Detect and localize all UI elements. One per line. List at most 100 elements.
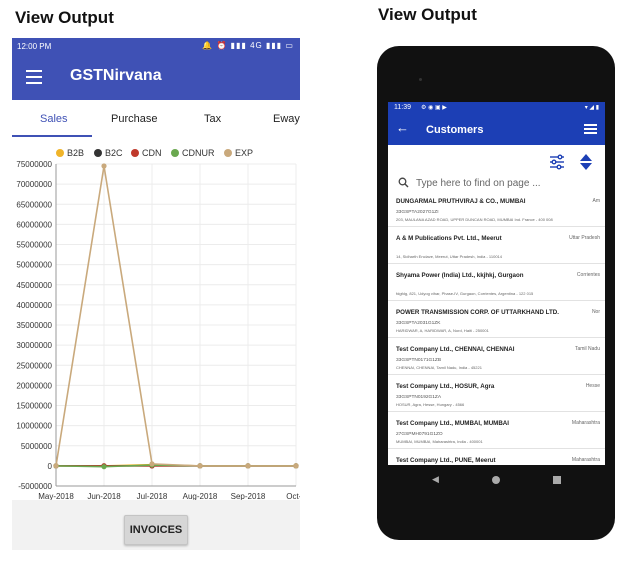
customer-address: 14, Sidharth Enclave, Meerut, Uttar Prad… [396,254,502,259]
legend-label: CDNUR [182,148,215,158]
series-point [101,163,107,169]
status-icons: 🔔 ⏰ ▮▮▮ 4G ▮▮▮ ▭ [202,41,294,50]
y-tick-label: 75000000 [16,160,52,169]
y-tick-label: -5000000 [18,482,52,491]
status-bar: 12:00 PM 🔔 ⏰ ▮▮▮ 4G ▮▮▮ ▭ [12,38,300,56]
customer-list-item[interactable]: POWER TRANSMISSION CORP. OF UTTARKHAND L… [388,301,605,338]
legend-swatch [94,149,102,157]
x-tick-label: Jun-2018 [87,492,121,500]
customer-gstin: 27GSPMH0791G1ZO [396,432,443,437]
left-caption: View Output [15,8,114,27]
legend-label: CDN [142,148,162,158]
customer-address: 203, MAULANA AZAD ROAD, UPPER DUNCAN ROA… [396,217,553,222]
customer-state: Uttar Pradesh [569,235,600,241]
app-title: GSTNirvana [70,67,162,84]
bottom-bar: INVOICES [12,500,300,550]
customer-name: DUNGARMAL PRUTHVIRAJ & CO., MUMBAI [396,198,526,205]
customer-list-item[interactable]: Shyama Power (India) Ltd., kkjhkj, Gurga… [388,264,605,301]
customer-address: HARIDWAR, A, HARIDWAR, A, Nord, Haiti - … [396,328,489,333]
customer-gstin: 33GSPTN0171G1ZB [396,358,442,363]
customer-list-item[interactable]: Test Company Ltd., MUMBAI, MUMBAI Maharas… [388,412,605,449]
sort-arrows-icon[interactable] [580,154,592,170]
y-tick-label: 50000000 [16,261,52,270]
customer-state: Maharashtra [571,457,600,463]
customer-state: Maharashtra [571,420,600,426]
page-root: View Output View Output 12:00 PM 🔔 ⏰ ▮▮▮… [0,0,636,586]
status-time: 12:00 PM [17,42,52,51]
series-point [101,464,107,470]
search-icon [398,177,409,188]
legend-swatch [56,149,64,157]
x-tick-label: Jul-2018 [137,492,168,500]
status-right-icons: ▾ ◢ ▮ [584,105,599,111]
filter-sliders-icon[interactable] [550,154,564,170]
customer-name: POWER TRANSMISSION CORP. OF UTTARKHAND L… [396,309,559,316]
customer-name: Test Company Ltd., HOSUR, Agra [396,383,495,390]
customer-gstin: 33GSPTA2031G1ZK [396,321,441,326]
customer-name: Test Company Ltd., MUMBAI, MUMBAI [396,420,509,427]
customer-name: Test Company Ltd., PUNE, Meerut [396,457,496,464]
app-bar: ← Customers [388,114,605,145]
y-tick-label: 5000000 [21,442,53,451]
customer-list-item[interactable]: DUNGARMAL PRUTHVIRAJ & CO., MUMBAI Am 33GS… [388,190,605,227]
legend-label: B2B [67,148,84,158]
customer-state: Hesse [585,383,600,389]
invoices-button[interactable]: INVOICES [124,515,188,545]
series-line [55,165,296,467]
hamburger-menu-icon[interactable] [26,70,42,84]
customer-address: MUMBAI, MUMBAI, Maharashtra, India - 400… [396,439,483,444]
customer-address: CHENNAI, CHENNAI, Tamil Nadu, India - 45… [396,365,482,370]
hamburger-menu-icon[interactable] [584,124,597,135]
search-input[interactable]: Type here to find on page ... [416,178,541,189]
customer-list-item[interactable]: Test Company Ltd., PUNE, Meerut Maharasht… [388,449,605,465]
customer-name: Test Company Ltd., CHENNAI, CHENNAI [396,346,515,353]
customer-address: HOSUR, Agra, Hesse, Hungary - 4566 [396,402,465,407]
y-tick-label: 10000000 [16,422,52,431]
tab-tax[interactable]: Tax [204,113,221,125]
x-tick-label: Aug-2018 [183,492,218,500]
customers-screen: 11:39 ⚙ ◉ ▣ ▶ ▾ ◢ ▮ ← Customers Type her… [388,102,605,465]
y-tick-label: 65000000 [16,200,52,209]
tab-ewaybill[interactable]: EwayB [273,113,300,125]
customer-list-item[interactable]: Test Company Ltd., HOSUR, Agra Hesse 33GSP… [388,375,605,412]
sales-line-chart: B2B B2C CDN CDNUR EXP 75000000 70000000 6500000… [16,148,300,500]
customer-list-item[interactable]: Test Company Ltd., CHENNAI, CHENNAI Tamil… [388,338,605,375]
y-tick-label: 45000000 [16,281,52,290]
phone-device-frame: 11:39 ⚙ ◉ ▣ ▶ ▾ ◢ ▮ ← Customers Type her… [377,46,615,540]
customer-state: Tamil Nadu [574,346,600,352]
customer-name: A & M Publications Pvt. Ltd., Meerut [396,235,502,242]
status-time: 11:39 [394,104,411,111]
series-point [197,463,203,469]
customer-list: DUNGARMAL PRUTHVIRAJ & CO., MUMBAI Am 33GS… [388,190,605,465]
status-icons: ⚙ ◉ ▣ ▶ [421,105,447,111]
tab-bar: Sales Purchase Tax EwayB [12,100,300,138]
customer-state: Corrientes [576,272,600,278]
y-tick-label: 15000000 [16,402,52,411]
y-tick-label: 55000000 [16,241,52,250]
legend-label: B2C [105,148,123,158]
series-point [245,463,251,469]
left-phone-screenshot: 12:00 PM 🔔 ⏰ ▮▮▮ 4G ▮▮▮ ▭ GSTNirvana Sal… [12,38,300,550]
camera-dot [419,78,422,81]
y-tick-label: 25000000 [16,361,52,370]
tab-purchase[interactable]: Purchase [111,113,157,125]
customer-state: Nor [591,309,600,315]
legend-swatch [171,149,179,157]
tab-sales[interactable]: Sales [40,113,68,125]
page-title: Customers [426,124,484,136]
nav-back-icon[interactable]: ◀ [432,474,439,485]
x-tick-label: Oct-2 [286,492,300,500]
back-arrow-icon[interactable]: ← [396,120,409,135]
active-tab-indicator [12,135,92,137]
customer-list-item[interactable]: A & M Publications Pvt. Ltd., Meerut Utta… [388,227,605,264]
y-tick-label: 70000000 [16,180,52,189]
y-tick-label: 60000000 [16,220,52,229]
y-tick-label: 30000000 [16,341,52,350]
y-tick-label: 0 [48,462,53,471]
legend-swatch [131,149,139,157]
x-tick-label: Sep-2018 [231,492,266,500]
x-tick-label: May-2018 [38,492,74,500]
nav-recents-icon[interactable] [553,476,561,484]
legend-swatch [224,149,232,157]
nav-home-icon[interactable] [492,476,500,484]
